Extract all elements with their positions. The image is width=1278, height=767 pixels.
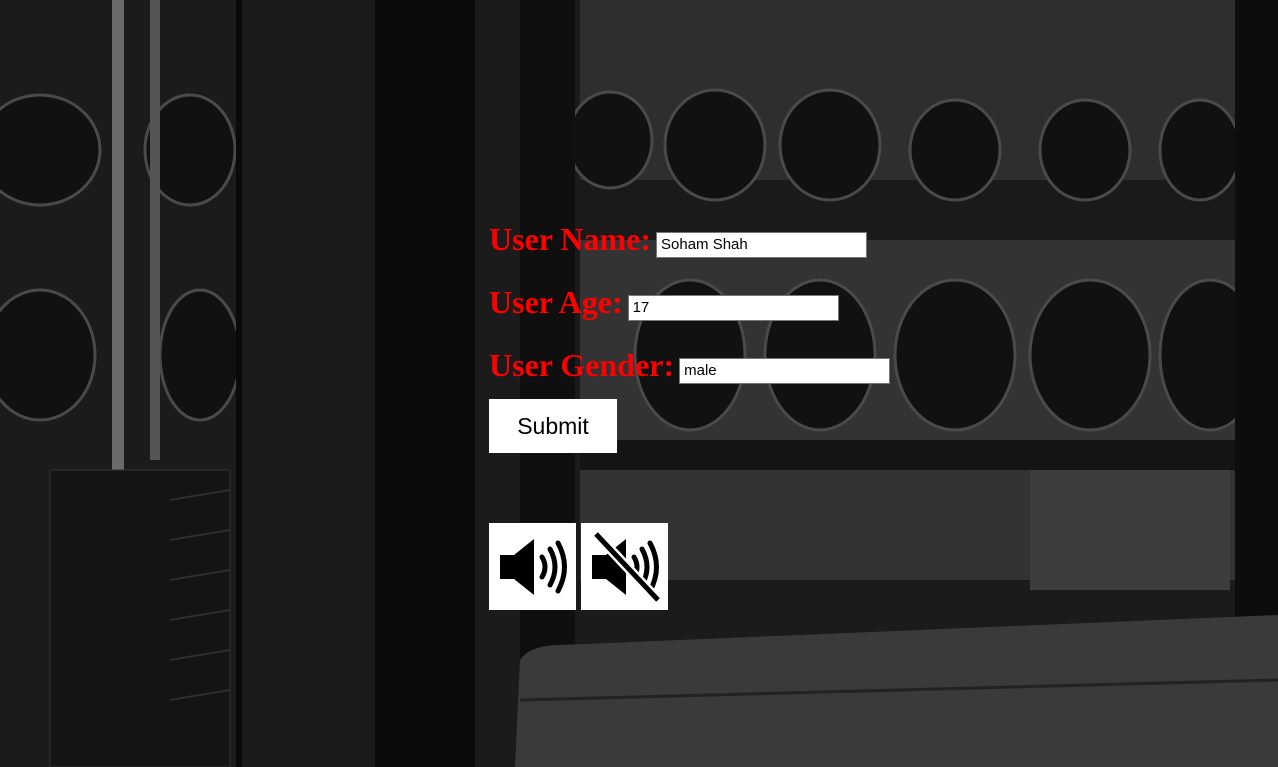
gender-input[interactable] bbox=[679, 357, 891, 384]
username-row: User Name: bbox=[489, 208, 890, 271]
speaker-muted-icon bbox=[591, 531, 660, 602]
mute-sound-button[interactable] bbox=[581, 523, 668, 610]
gender-row: User Gender: bbox=[489, 334, 891, 397]
username-label: User Name: bbox=[489, 221, 652, 257]
age-input[interactable] bbox=[627, 294, 839, 321]
age-label: User Age: bbox=[489, 284, 623, 320]
submit-button[interactable]: Submit bbox=[489, 399, 617, 453]
username-input[interactable] bbox=[656, 231, 868, 258]
speaker-on-icon bbox=[499, 538, 567, 595]
gender-label: User Gender: bbox=[489, 347, 675, 383]
age-row: User Age: bbox=[489, 271, 890, 334]
user-form: User Name: User Age: User Gender: bbox=[489, 208, 891, 397]
play-sound-button[interactable] bbox=[489, 523, 576, 610]
